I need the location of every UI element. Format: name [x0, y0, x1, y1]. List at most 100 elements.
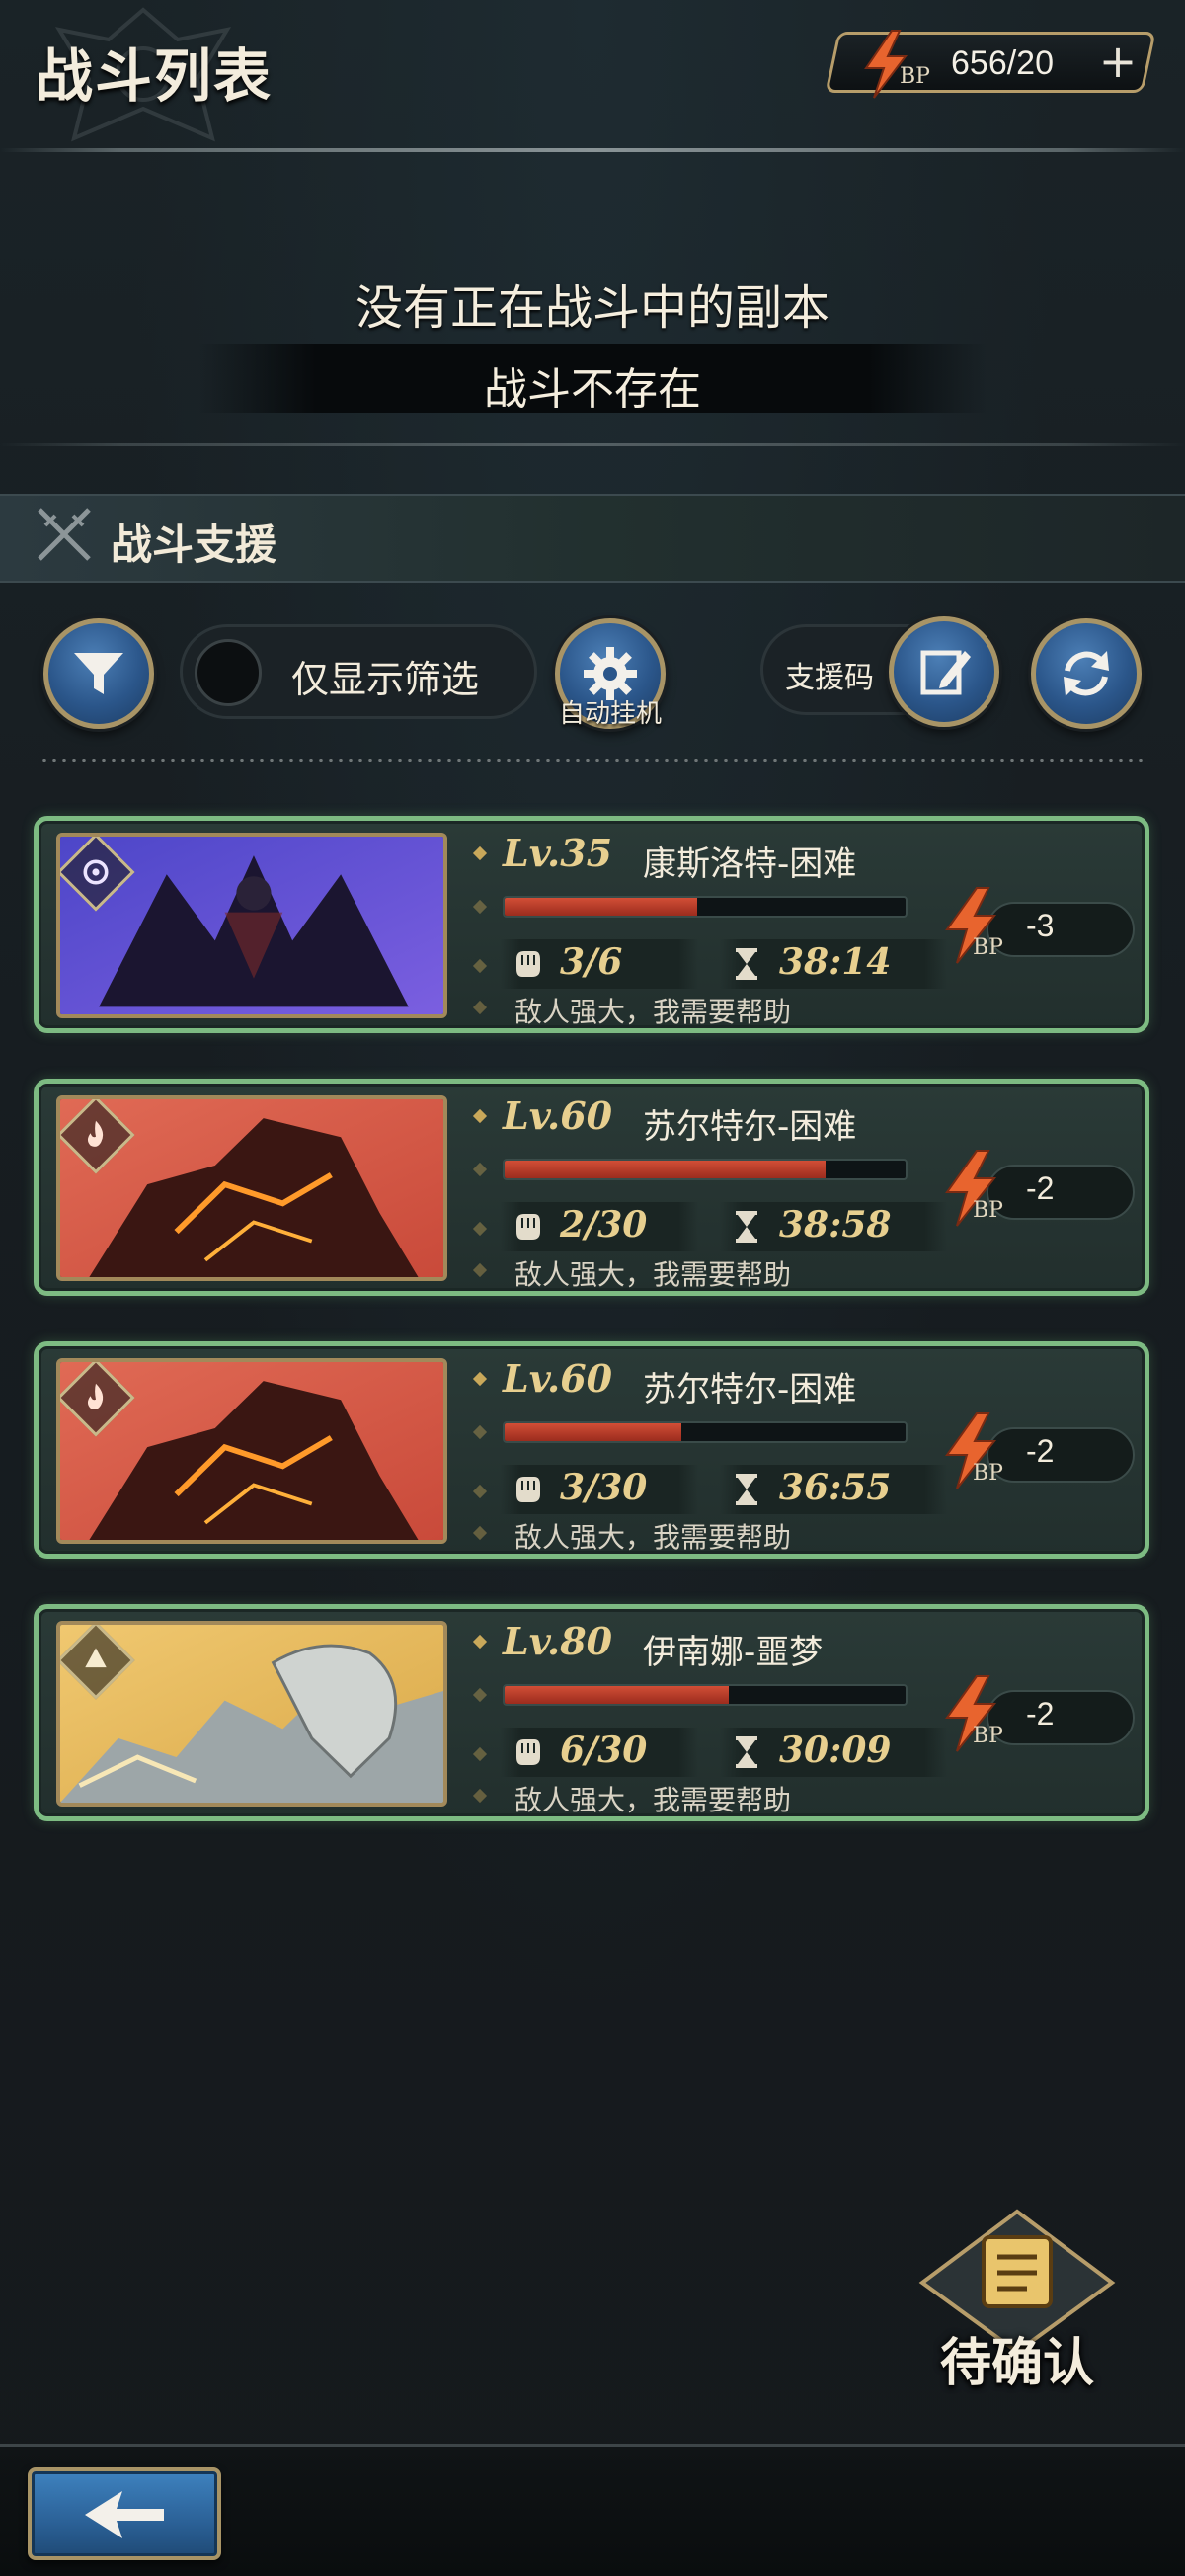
- bp-cost: -2: [1026, 1433, 1055, 1469]
- help-message: 敌人强大，我需要帮助: [514, 1258, 792, 1291]
- bp-cost-pill: [987, 1690, 1135, 1745]
- no-battle-submessage: 战斗不存在: [484, 364, 701, 415]
- bp-label: BP: [973, 1461, 1003, 1486]
- fist-icon: [516, 951, 540, 977]
- support-code-edit-button[interactable]: [889, 616, 999, 727]
- fist-icon: [516, 1739, 540, 1765]
- fist-icon: [516, 1214, 540, 1240]
- time-left: 38:58: [779, 1204, 892, 1246]
- back-arrow-icon: [85, 2491, 164, 2538]
- boss-level: Lv.80: [503, 1619, 613, 1663]
- bp-cost-pill: [987, 1165, 1135, 1220]
- participants-stat: 6/30: [501, 1728, 698, 1777]
- boss-hp-bar: [503, 1421, 908, 1443]
- boss-hp-fill: [505, 898, 697, 916]
- toolbar-divider: [40, 759, 1146, 762]
- toggle-knob: [195, 639, 262, 706]
- boss-name: 苏尔特尔-困难: [643, 1107, 857, 1147]
- participants-stat: 2/30: [501, 1202, 698, 1251]
- battle-card[interactable]: Lv.80 伊南娜-噩梦 6/30 30:09 敌人强大，我需要帮助 BP -2: [34, 1604, 1149, 1821]
- help-message: 敌人强大，我需要帮助: [514, 996, 792, 1028]
- bp-label: BP: [973, 935, 1003, 960]
- row-marker: [472, 1484, 488, 1499]
- boss-hp-bar: [503, 1159, 908, 1180]
- timer-stat: 38:14: [720, 939, 947, 989]
- boss-thumbnail: [56, 1621, 447, 1807]
- row-marker: [472, 1687, 488, 1703]
- time-left: 30:09: [779, 1730, 892, 1771]
- bp-count: 656/20: [951, 44, 1054, 82]
- boss-hp-fill: [505, 1423, 681, 1441]
- earth-element-icon: [85, 1648, 107, 1668]
- time-left: 38:14: [779, 941, 892, 983]
- participants-stat: 3/30: [501, 1465, 698, 1514]
- help-message: 敌人强大，我需要帮助: [514, 1784, 792, 1816]
- hourglass-icon: [736, 1474, 757, 1505]
- filter-button[interactable]: [43, 618, 154, 729]
- row-marker: [472, 845, 488, 861]
- fire-element-icon: [87, 1383, 104, 1409]
- row-marker: [472, 1634, 488, 1650]
- page-title: 战斗列表: [36, 42, 274, 110]
- boss-level: Lv.60: [503, 1356, 613, 1401]
- boss-name: 伊南娜-噩梦: [643, 1633, 824, 1672]
- bp-label: BP: [900, 64, 930, 89]
- hourglass-icon: [736, 1211, 757, 1243]
- edit-icon: [920, 650, 971, 695]
- boss-name: 苏尔特尔-困难: [643, 1370, 857, 1409]
- support-code-label: 支援码: [785, 661, 874, 695]
- row-marker: [472, 899, 488, 915]
- time-left: 36:55: [779, 1467, 892, 1508]
- timer-stat: 30:09: [720, 1728, 947, 1777]
- fire-element-icon: [87, 1120, 104, 1147]
- boss-hp-fill: [505, 1161, 826, 1178]
- battle-card[interactable]: Lv.60 苏尔特尔-困难 2/30 38:58 敌人强大，我需要帮助 BP -…: [34, 1079, 1149, 1296]
- boss-hp-fill: [505, 1686, 730, 1704]
- hourglass-icon: [736, 948, 757, 980]
- boss-hp-bar: [503, 896, 908, 918]
- pending-button-label[interactable]: 待确认: [908, 2321, 1126, 2395]
- bp-label: BP: [973, 1198, 1003, 1223]
- bp-counter: BP 656/20 +: [825, 30, 1156, 99]
- boss-thumbnail: [56, 1095, 447, 1281]
- row-marker: [472, 1371, 488, 1387]
- row-marker: [472, 1788, 488, 1804]
- refresh-button[interactable]: [1031, 618, 1142, 729]
- boss-thumbnail: [56, 1358, 447, 1544]
- row-marker: [472, 958, 488, 974]
- bp-cost-pill: [987, 1427, 1135, 1483]
- hourglass-icon: [736, 1736, 757, 1768]
- bp-cost: -2: [1026, 1170, 1055, 1206]
- back-button[interactable]: [28, 2467, 221, 2560]
- section-title: 战斗支援: [111, 521, 277, 569]
- row-marker: [472, 1424, 488, 1440]
- filter-only-label: 仅显示筛选: [291, 658, 480, 701]
- boss-hp-bar: [503, 1684, 908, 1706]
- bp-label: BP: [973, 1724, 1003, 1748]
- boss-level: Lv.35: [503, 831, 613, 875]
- auto-battle-label: 自动挂机: [558, 699, 662, 729]
- participant-count: 2/30: [560, 1204, 648, 1246]
- boss-name: 康斯洛特-困难: [643, 845, 857, 884]
- battle-card[interactable]: Lv.35 康斯洛特-困难 3/6 38:14 敌人强大，我需要帮助 BP -3: [34, 816, 1149, 1033]
- participant-count: 3/6: [560, 941, 623, 983]
- row-marker: [472, 1162, 488, 1177]
- row-marker: [472, 1262, 488, 1278]
- row-marker: [472, 1746, 488, 1762]
- bp-cost-pill: [987, 902, 1135, 957]
- timer-stat: 36:55: [720, 1465, 947, 1514]
- bp-cost: -3: [1026, 908, 1055, 943]
- boss-thumbnail: [56, 833, 447, 1018]
- participants-stat: 3/6: [501, 939, 698, 989]
- header-divider: [0, 148, 1185, 152]
- boss-level: Lv.60: [503, 1093, 613, 1138]
- timer-stat: 38:58: [720, 1202, 947, 1251]
- add-bp-button[interactable]: +: [1093, 35, 1143, 88]
- funnel-icon: [74, 653, 123, 694]
- participant-count: 3/30: [560, 1467, 648, 1508]
- header: 战斗列表 BP 656/20 +: [0, 0, 1185, 148]
- row-marker: [472, 1000, 488, 1015]
- filter-only-toggle[interactable]: 仅显示筛选: [180, 624, 537, 719]
- battle-card[interactable]: Lv.60 苏尔特尔-困难 3/30 36:55 敌人强大，我需要帮助 BP -…: [34, 1341, 1149, 1559]
- row-marker: [472, 1525, 488, 1541]
